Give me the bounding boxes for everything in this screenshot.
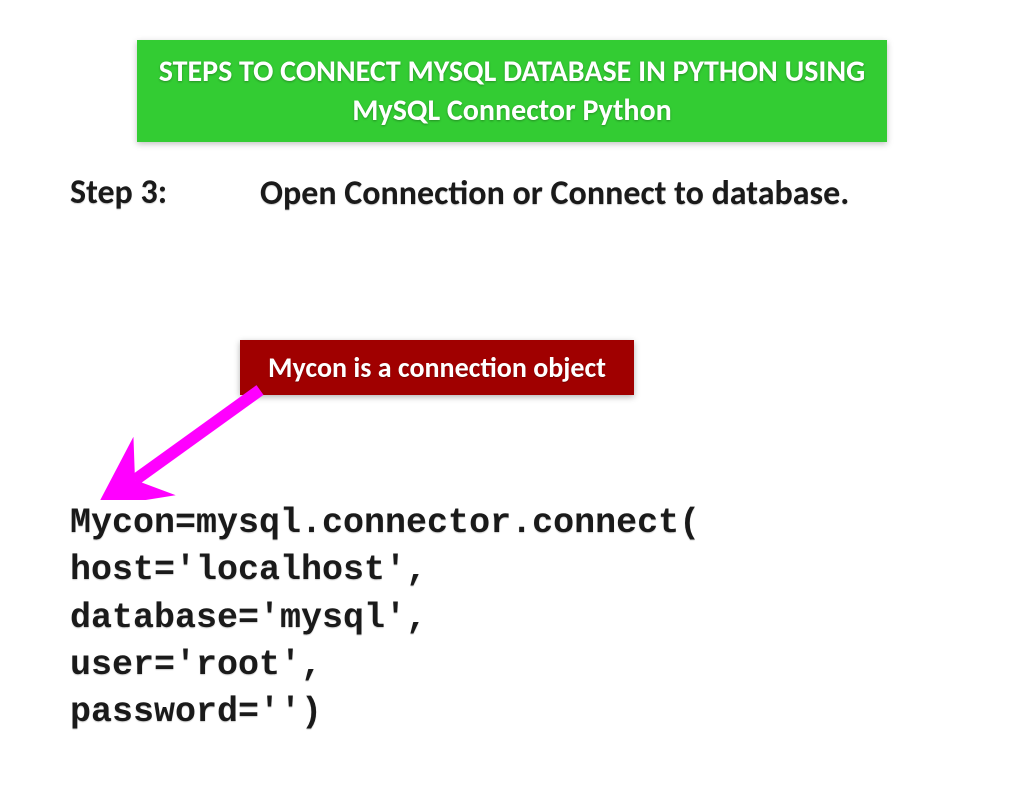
callout-text: Mycon is a connection object [268,350,606,385]
step-description: Open Connection or Connect to database. [260,172,849,216]
code-line-1: Mycon=mysql.connector.connect( [70,503,700,543]
arrow-icon [100,380,280,500]
slide-title-text: STEPS TO CONNECT MYSQL DATABASE IN PYTHO… [159,53,866,129]
code-line-4: user='root', [70,645,322,685]
slide-title-banner: STEPS TO CONNECT MYSQL DATABASE IN PYTHO… [137,40,887,142]
callout-annotation: Mycon is a connection object [240,340,634,395]
step-heading: Step 3: Open Connection or Connect to da… [70,172,1024,216]
code-line-3: database='mysql', [70,598,427,638]
step-number-label: Step 3: [70,172,260,213]
code-line-5: password='') [70,692,322,732]
code-line-2: host='localhost', [70,550,427,590]
code-block: Mycon=mysql.connector.connect( host='loc… [70,500,700,736]
